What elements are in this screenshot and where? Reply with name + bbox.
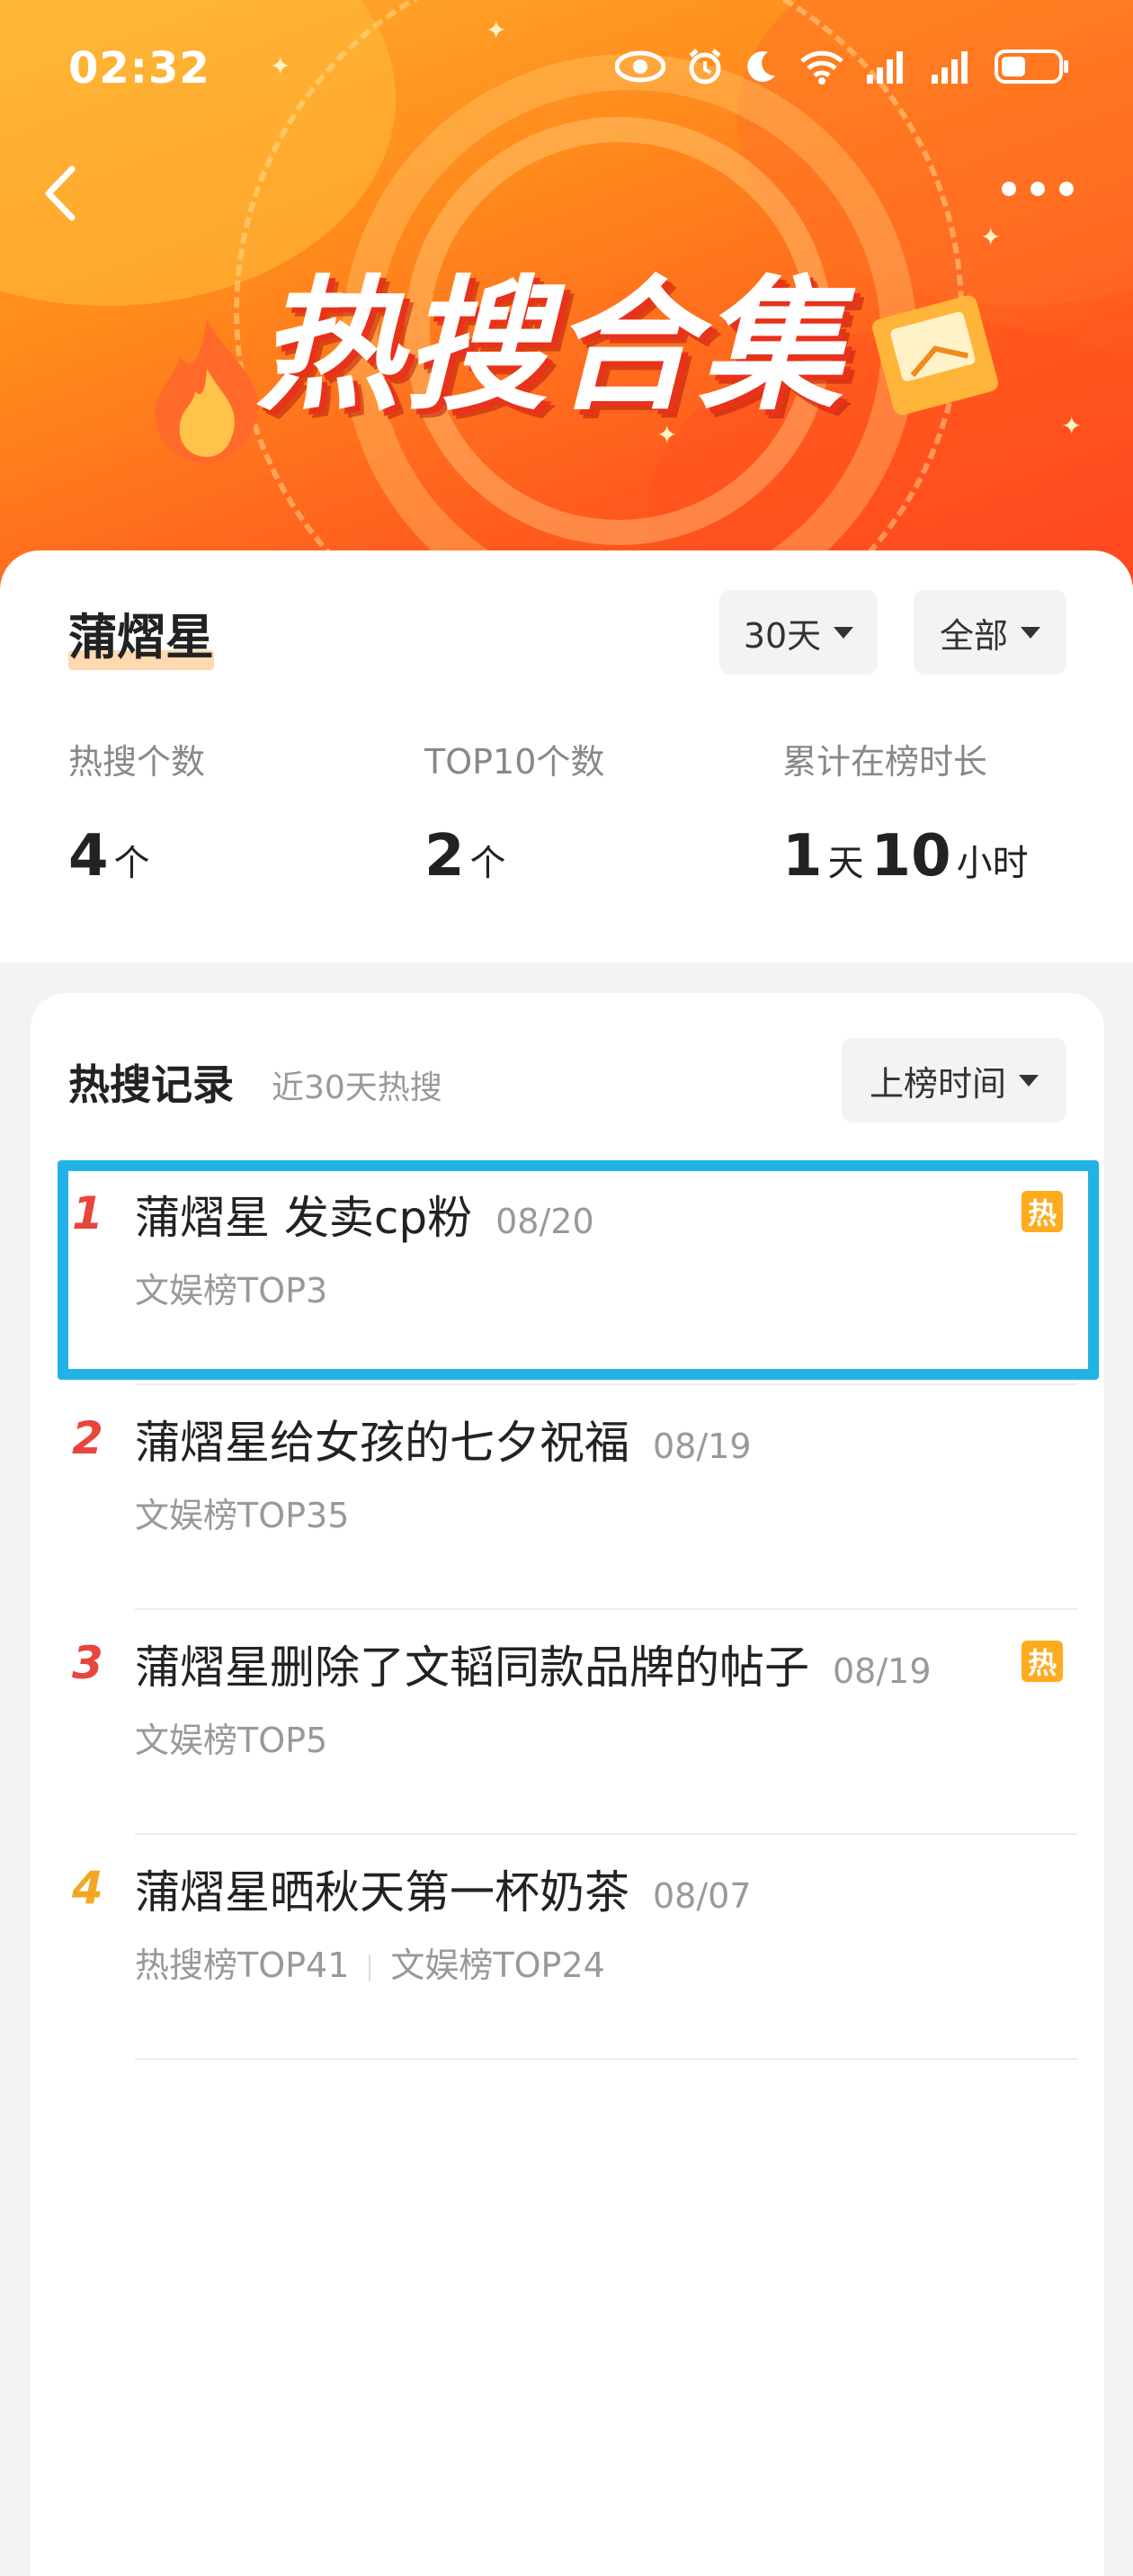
divider (135, 2058, 1077, 2060)
list-item[interactable]: 3 蒲熠星删除了文韬同款品牌的帖子 08/19 热 文娱榜TOP5 (31, 1610, 1104, 1835)
rank-info-text: 热搜榜TOP41 (135, 1945, 350, 1985)
item-rank-info: 文娱榜TOP3 (135, 1263, 327, 1312)
item-rank-info: 热搜榜TOP41 文娱榜TOP24 (135, 1937, 605, 1987)
stat-label: 热搜个数 (68, 742, 206, 782)
stat-number: 4 (68, 823, 109, 890)
banner-title: 热搜合集 (256, 262, 847, 430)
rank-info-text: 文娱榜TOP35 (135, 1496, 350, 1535)
item-title: 蒲熠星给女孩的七夕祝福 08/19 (135, 1407, 752, 1471)
status-icons (615, 47, 1070, 86)
header-banner: ✦ ✦ ✦ ✦ ✦ ✦ 02:32 热搜合集 (0, 0, 1133, 630)
status-time: 02:32 (68, 43, 210, 94)
stat-value: 2个 (424, 823, 604, 890)
records-card: 热搜记录 近30天热搜 上榜时间 1 蒲熠星 发卖cp粉 08/20 热 文娱榜T… (31, 993, 1104, 2576)
hot-badge: 热 (1021, 1641, 1063, 1682)
item-date: 08/19 (833, 1651, 932, 1691)
rank-number: 1 (72, 1187, 103, 1239)
sparkle-icon: ✦ (1061, 411, 1083, 441)
sort-label: 上榜时间 (869, 1063, 1006, 1104)
sparkle-icon: ✦ (980, 222, 1002, 252)
stat-unit: 个 (113, 843, 150, 884)
battery-icon (995, 49, 1068, 84)
alarm-icon (689, 49, 721, 85)
item-rank-info: 文娱榜TOP5 (135, 1713, 327, 1762)
days-filter-dropdown[interactable]: 30天 (719, 590, 878, 675)
item-title-text: 蒲熠星删除了文韬同款品牌的帖子 (135, 1641, 809, 1694)
stat-label: TOP10个数 (424, 742, 605, 782)
signal-icon (867, 51, 903, 84)
stat-hot-count: 热搜个数 4个 (68, 734, 205, 890)
stat-value: 1 天 10 小时 (782, 823, 1036, 890)
rank-number: 4 (72, 1862, 103, 1914)
stat-value: 4个 (68, 823, 205, 890)
star-name: 蒲熠星 (68, 597, 214, 670)
list-item[interactable]: 4 蒲熠星晒秋天第一杯奶茶 08/07 热搜榜TOP41 文娱榜TOP24 (31, 1835, 1104, 2060)
stat-duration: 累计在榜时长 1 天 10 小时 (782, 734, 1036, 890)
rank-info-text: 文娱榜TOP5 (135, 1721, 328, 1760)
status-bar: 02:32 (0, 0, 1133, 135)
rank-info-text: 文娱榜TOP3 (135, 1271, 328, 1310)
eye-icon (615, 50, 665, 83)
scope-filter-label: 全部 (939, 615, 1008, 656)
caret-down-icon (1021, 626, 1040, 639)
stat-days-number: 1 (782, 823, 823, 890)
stat-label: 累计在榜时长 (782, 742, 988, 782)
item-title-text: 蒲熠星给女孩的七夕祝福 (135, 1417, 629, 1469)
rank-number: 2 (72, 1412, 103, 1464)
list-item[interactable]: 1 蒲熠星 发卖cp粉 08/20 热 文娱榜TOP3 (31, 1160, 1104, 1385)
records-subtitle: 近30天热搜 (272, 1069, 442, 1106)
rank-number: 3 (72, 1637, 103, 1689)
separator (369, 1954, 371, 1981)
hot-badge: 热 (1021, 1191, 1063, 1232)
caret-down-icon (834, 626, 854, 639)
days-filter-label: 30天 (743, 615, 822, 656)
item-title: 蒲熠星 发卖cp粉 08/20 (135, 1182, 594, 1247)
list-item[interactable]: 2 蒲熠星给女孩的七夕祝福 08/19 文娱榜TOP35 (31, 1385, 1104, 1610)
item-date: 08/07 (653, 1876, 752, 1916)
stat-hours-unit: 小时 (956, 843, 1029, 884)
envelope-icon (872, 295, 998, 416)
moon-icon (747, 50, 775, 82)
sort-dropdown[interactable]: 上榜时间 (842, 1038, 1066, 1123)
caret-down-icon (1019, 1074, 1039, 1087)
item-date: 08/19 (653, 1427, 752, 1466)
item-title: 蒲熠星晒秋天第一杯奶茶 08/07 (135, 1856, 752, 1921)
scope-filter-dropdown[interactable]: 全部 (914, 590, 1066, 675)
item-title: 蒲熠星删除了文韬同款品牌的帖子 08/19 (135, 1632, 932, 1696)
item-date: 08/20 (495, 1202, 594, 1241)
more-icon[interactable] (1002, 171, 1083, 207)
stat-number: 2 (424, 823, 465, 890)
item-title-text: 蒲熠星 发卖cp粉 (135, 1192, 473, 1244)
wifi-icon (800, 50, 843, 85)
records-title: 热搜记录 (68, 1060, 234, 1109)
flame-icon (155, 319, 258, 463)
summary-card: 蒲熠星 30天 全部 热搜个数 4个 TOP10个数 2个 累计在榜时长 1天1… (0, 550, 1133, 962)
stat-days-unit: 天 (827, 843, 864, 884)
stat-top10-count: TOP10个数 2个 (424, 734, 604, 890)
stat-hours-number: 10 (870, 823, 951, 890)
stat-unit: 个 (469, 843, 506, 884)
item-rank-info: 文娱榜TOP35 (135, 1488, 349, 1537)
star-name-text: 蒲熠星 (68, 609, 214, 666)
rank-info-text: 文娱榜TOP24 (390, 1945, 605, 1985)
signal-icon (932, 51, 968, 84)
item-title-text: 蒲熠星晒秋天第一杯奶茶 (135, 1866, 629, 1919)
back-chevron-icon[interactable] (36, 162, 90, 225)
